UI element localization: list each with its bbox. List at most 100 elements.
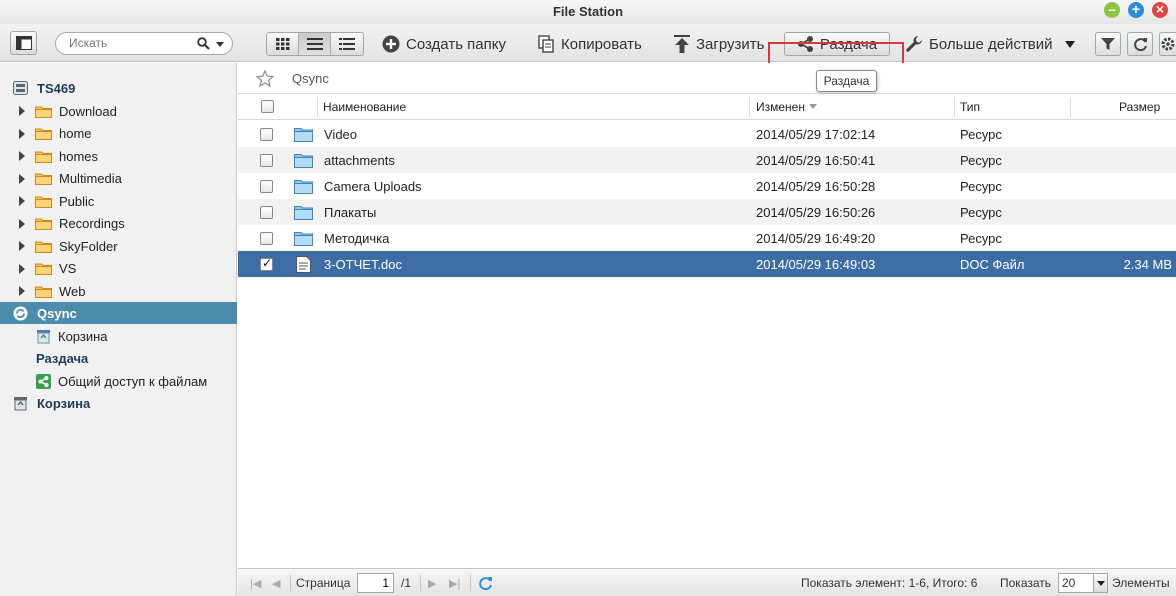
previous-page-icon[interactable]: ◀	[272, 569, 280, 596]
sidebar-item-folder[interactable]: Multimedia	[0, 168, 237, 190]
refresh-list-icon[interactable]	[478, 569, 493, 596]
first-page-icon[interactable]: |◀	[250, 569, 261, 596]
sidebar-item-folder[interactable]: SkyFolder	[0, 235, 237, 257]
sidebar-item-label: Корзина	[37, 395, 91, 411]
table-row[interactable]: Плакаты 2014/05/29 16:50:26 Ресурс	[238, 199, 1176, 225]
refresh-icon	[1133, 37, 1147, 51]
checkbox[interactable]	[260, 205, 273, 219]
select-all-checkbox[interactable]	[261, 94, 274, 119]
create-folder-button[interactable]: Создать папку	[382, 32, 506, 56]
recycle-bin-icon	[14, 396, 27, 410]
expand-arrow-icon[interactable]	[19, 286, 25, 296]
expand-arrow-icon[interactable]	[19, 196, 25, 206]
search-icon[interactable]	[197, 37, 210, 50]
more-actions-button[interactable]: Больше действий	[905, 32, 1075, 56]
file-type: Ресурс	[960, 126, 1002, 142]
nas-server-icon	[13, 81, 28, 95]
copy-label: Копировать	[561, 35, 642, 53]
sidebar-item-recycle-bin[interactable]: Корзина	[0, 392, 237, 414]
checkbox[interactable]	[261, 100, 274, 113]
sidebar-item-qsync-trash[interactable]: Корзина	[0, 325, 237, 347]
file-name[interactable]: attachments	[324, 147, 395, 173]
folder-icon	[35, 217, 52, 230]
expand-arrow-icon[interactable]	[19, 128, 25, 139]
chevron-down-icon[interactable]	[1093, 574, 1107, 592]
favorite-star-icon[interactable]	[256, 69, 274, 87]
close-button[interactable]: ×	[1152, 2, 1168, 18]
row-checkbox[interactable]	[260, 251, 273, 277]
sidebar-item-label: Recordings	[59, 216, 125, 231]
checkbox[interactable]	[260, 153, 273, 167]
row-checkbox[interactable]	[260, 121, 273, 147]
sidebar-item-folder[interactable]: home	[0, 123, 237, 145]
thumbnail-view-button[interactable]	[267, 33, 299, 55]
expand-arrow-icon[interactable]	[19, 173, 25, 184]
row-checkbox[interactable]	[260, 147, 273, 173]
file-name[interactable]: Плакаты	[324, 199, 376, 225]
file-name[interactable]: Методичка	[324, 225, 389, 251]
page-number-input[interactable]	[357, 573, 394, 593]
table-row[interactable]: Video 2014/05/29 17:02:14 Ресурс	[238, 121, 1176, 147]
sidebar-item-label: SkyFolder	[59, 238, 118, 254]
file-name[interactable]: Camera Uploads	[324, 173, 422, 199]
breadcrumb-item[interactable]: Qsync	[292, 71, 329, 86]
checkbox[interactable]	[260, 179, 273, 193]
sidebar-item-folder[interactable]: Public	[0, 190, 237, 212]
table-header: Наименование Изменен Тип Размер	[238, 94, 1176, 120]
row-checkbox[interactable]	[260, 225, 273, 251]
share-tooltip: Раздача	[816, 70, 877, 92]
chevron-down-icon[interactable]	[1064, 40, 1075, 48]
expand-arrow-icon[interactable]	[19, 263, 25, 274]
checkbox[interactable]	[260, 231, 273, 245]
file-name[interactable]: 3-ОТЧЕТ.doc	[324, 251, 402, 277]
search-input[interactable]	[69, 36, 199, 50]
sidebar-item-folder[interactable]: Recordings	[0, 213, 237, 235]
sidebar-item-qsync[interactable]: Qsync	[0, 302, 237, 324]
expand-arrow-icon[interactable]	[19, 241, 25, 251]
sidebar-toggle-button[interactable]	[10, 31, 37, 55]
table-row[interactable]: Методичка 2014/05/29 16:49:20 Ресурс	[238, 225, 1176, 251]
sidebar-item-folder[interactable]: homes	[0, 145, 237, 167]
maximize-button[interactable]: +	[1128, 2, 1144, 18]
file-name[interactable]: Video	[324, 121, 357, 147]
upload-button[interactable]: Загрузить	[674, 32, 765, 56]
last-page-icon[interactable]: ▶|	[449, 569, 460, 596]
page-total: /1	[401, 576, 412, 590]
copy-icon	[538, 35, 554, 53]
detail-view-button[interactable]	[331, 33, 363, 55]
sidebar-item-label: TS469	[37, 80, 76, 96]
filter-button[interactable]	[1095, 32, 1121, 56]
row-checkbox[interactable]	[260, 199, 273, 225]
sidebar-item-shared-files[interactable]: Общий доступ к файлам	[0, 370, 237, 392]
sidebar-item-qsync-share[interactable]: Раздача	[0, 347, 237, 369]
expand-arrow-icon[interactable]	[19, 106, 25, 116]
column-header-size[interactable]: Размер	[1119, 94, 1160, 119]
sidebar-item-folder[interactable]: Download	[0, 100, 237, 122]
expand-arrow-icon[interactable]	[19, 218, 25, 229]
row-checkbox[interactable]	[260, 173, 273, 199]
sidebar-item-folder[interactable]: VS	[0, 258, 237, 280]
next-page-icon[interactable]: ▶	[428, 569, 436, 596]
copy-button[interactable]: Копировать	[538, 32, 642, 56]
folder-icon	[35, 172, 52, 185]
grid-icon	[275, 38, 289, 50]
checkbox[interactable]	[260, 127, 273, 141]
sidebar-item-nas-root[interactable]: TS469	[0, 77, 237, 99]
page-size-select[interactable]: 20	[1058, 573, 1108, 593]
file-modified: 2014/05/29 16:50:41	[756, 152, 876, 168]
sidebar-item-label: Qsync	[37, 305, 77, 321]
table-row[interactable]: attachments 2014/05/29 16:50:41 Ресурс	[238, 147, 1176, 173]
checkbox[interactable]	[260, 256, 273, 271]
search-options-chevron-icon[interactable]	[216, 42, 224, 47]
column-header-modified[interactable]: Изменен	[756, 94, 817, 119]
table-row[interactable]: 3-ОТЧЕТ.doc 2014/05/29 16:49:03 DOC Файл 2.…	[238, 251, 1176, 277]
list-view-button[interactable]	[299, 33, 331, 55]
table-row[interactable]: Camera Uploads 2014/05/29 16:50:28 Ресурс	[238, 173, 1176, 199]
refresh-button[interactable]	[1127, 32, 1153, 56]
minimize-button[interactable]: –	[1104, 2, 1120, 18]
column-header-name[interactable]: Наименование	[323, 94, 406, 119]
sidebar-item-folder[interactable]: Web	[0, 280, 237, 302]
column-header-type[interactable]: Тип	[960, 94, 980, 119]
settings-button[interactable]	[1159, 32, 1176, 56]
expand-arrow-icon[interactable]	[19, 151, 25, 161]
